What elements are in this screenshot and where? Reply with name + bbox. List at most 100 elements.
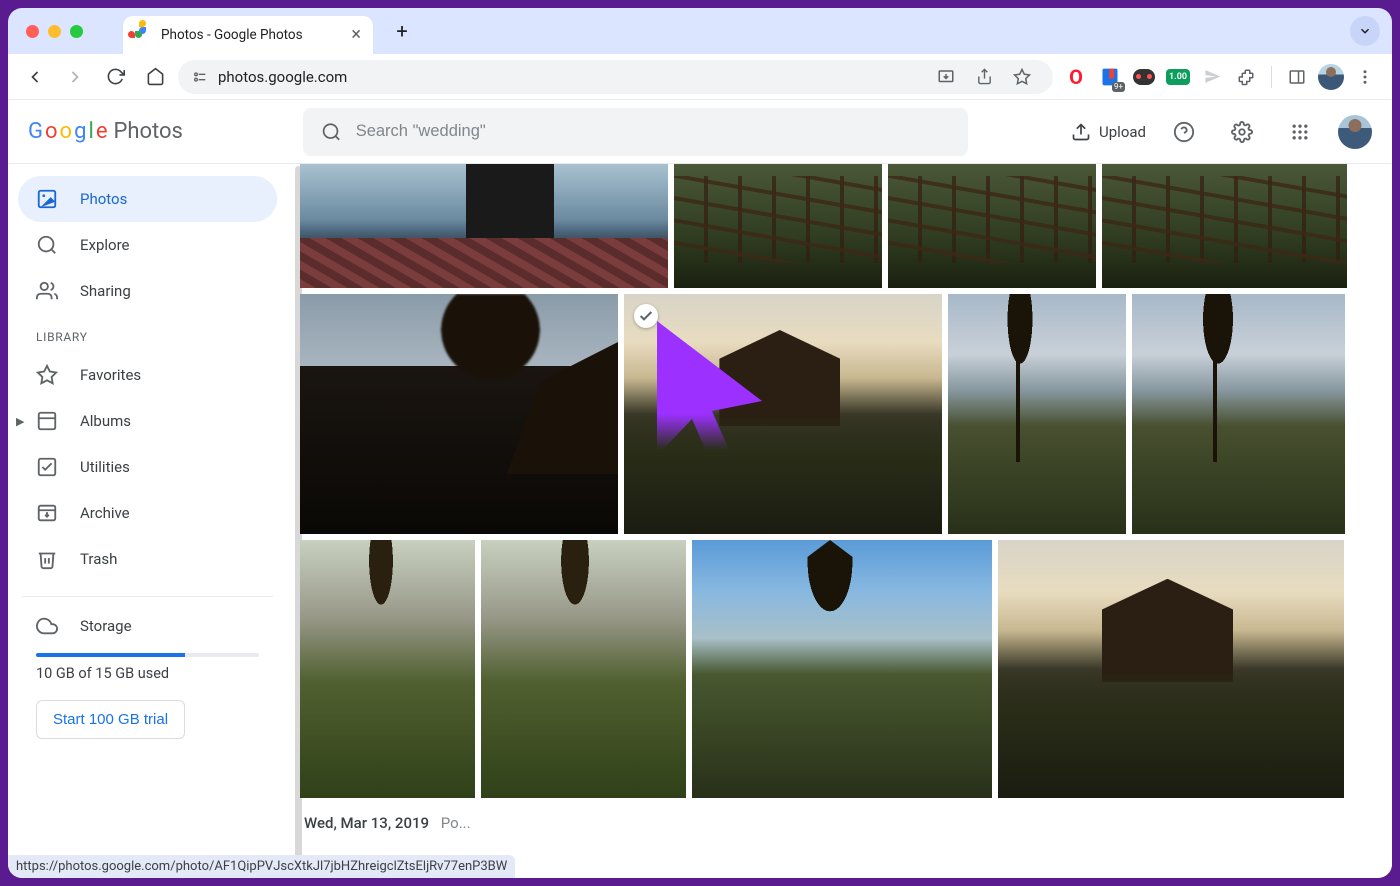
site-info-icon[interactable] — [192, 69, 208, 85]
browser-tab[interactable]: Photos - Google Photos × — [123, 16, 373, 54]
window-maximize-button[interactable] — [70, 25, 83, 38]
photo-thumbnail[interactable] — [948, 294, 1126, 534]
browser-status-bar: https://photos.google.com/photo/AF1QipPV… — [8, 855, 515, 878]
settings-button[interactable] — [1222, 112, 1262, 152]
photo-thumbnail[interactable] — [674, 164, 882, 288]
sidebar-item-trash[interactable]: Trash — [18, 536, 277, 582]
photo-thumbnail[interactable] — [481, 540, 686, 798]
google-apps-button[interactable] — [1280, 112, 1320, 152]
expand-caret-icon[interactable]: ▶ — [16, 415, 24, 428]
profile-avatar-small[interactable] — [1318, 64, 1344, 90]
archive-icon — [36, 502, 58, 524]
help-icon — [1173, 121, 1195, 143]
app-content: Google Photos Upload — [8, 100, 1392, 878]
new-tab-button[interactable]: + — [387, 16, 417, 46]
sidebar-item-utilities[interactable]: Utilities — [18, 444, 277, 490]
storage-usage-text: 10 GB of 15 GB used — [18, 665, 277, 682]
people-icon — [36, 280, 58, 302]
search-input[interactable] — [356, 122, 950, 141]
extension-eyes-icon[interactable] — [1131, 64, 1157, 90]
extensions-area: O 9+ 1.00 — [1059, 64, 1382, 90]
back-button[interactable] — [18, 60, 52, 94]
reload-button[interactable] — [98, 60, 132, 94]
photo-grid: Wed, Mar 13, 2019 Po... — [288, 164, 1392, 878]
sidebar-divider — [22, 596, 273, 597]
gear-icon — [1231, 121, 1253, 143]
browser-menu-icon[interactable] — [1352, 64, 1378, 90]
extension-badge-icon[interactable]: 1.00 — [1165, 64, 1191, 90]
storage-progress-fill — [36, 653, 185, 657]
app-header: Google Photos Upload — [8, 100, 1392, 164]
sidebar-label: Sharing — [80, 282, 131, 300]
location-text: Po... — [441, 814, 471, 832]
sidebar-item-sharing[interactable]: Sharing — [18, 268, 277, 314]
storage-progress-bar — [36, 653, 259, 657]
tab-title: Photos - Google Photos — [161, 27, 303, 43]
install-app-icon[interactable] — [929, 60, 963, 94]
search-icon — [321, 121, 342, 143]
sidebar-section-library: LIBRARY — [18, 314, 277, 352]
star-icon — [36, 364, 58, 386]
photo-thumbnail[interactable] — [300, 294, 618, 534]
cursor-arrow-icon — [652, 316, 772, 506]
toolbar-divider — [1271, 66, 1272, 88]
extension-opera-icon[interactable]: O — [1063, 64, 1089, 90]
tab-close-button[interactable]: × — [351, 26, 361, 44]
storage-label: Storage — [80, 617, 132, 635]
photo-thumbnail[interactable] — [888, 164, 1096, 288]
window-minimize-button[interactable] — [48, 25, 61, 38]
bookmark-star-icon[interactable] — [1005, 60, 1039, 94]
photo-thumbnail-hover[interactable] — [624, 294, 942, 534]
sidebar-label: Photos — [80, 190, 127, 208]
photo-thumbnail[interactable] — [1102, 164, 1347, 288]
tab-bar: Photos - Google Photos × + — [8, 8, 1392, 54]
share-icon[interactable] — [967, 60, 1001, 94]
photo-select-checkbox[interactable] — [634, 304, 658, 328]
search-icon — [36, 234, 58, 256]
browser-toolbar: photos.google.com O 9+ — [8, 54, 1392, 100]
photo-thumbnail[interactable] — [998, 540, 1344, 798]
photos-icon — [36, 188, 58, 210]
window-controls — [20, 25, 83, 38]
sidebar-item-favorites[interactable]: Favorites — [18, 352, 277, 398]
photo-thumbnail[interactable] — [300, 540, 475, 798]
address-bar[interactable]: photos.google.com — [178, 60, 1053, 94]
date-text: Wed, Mar 13, 2019 — [304, 814, 429, 832]
sidebar-item-photos[interactable]: Photos — [18, 176, 277, 222]
google-photos-logo[interactable]: Google Photos — [28, 119, 183, 144]
trash-icon — [36, 548, 58, 570]
sidebar-label: Explore — [80, 236, 130, 254]
side-panel-icon[interactable] — [1284, 64, 1310, 90]
forward-button[interactable] — [58, 60, 92, 94]
sidebar-item-albums[interactable]: ▶ Albums — [18, 398, 277, 444]
apps-grid-icon — [1290, 122, 1310, 142]
sidebar-item-explore[interactable]: Explore — [18, 222, 277, 268]
sidebar-label: Trash — [80, 550, 117, 568]
photo-thumbnail[interactable] — [692, 540, 992, 798]
tab-list-dropdown[interactable] — [1350, 16, 1380, 46]
upload-icon — [1071, 122, 1091, 142]
sidebar-item-archive[interactable]: Archive — [18, 490, 277, 536]
sidebar-item-storage[interactable]: Storage — [18, 611, 277, 641]
account-avatar[interactable] — [1338, 115, 1372, 149]
photo-thumbnail[interactable] — [1132, 294, 1345, 534]
album-icon — [36, 410, 58, 432]
sidebar-label: Utilities — [80, 458, 130, 476]
sidebar-label: Favorites — [80, 366, 141, 384]
cloud-icon — [36, 615, 58, 637]
search-bar[interactable] — [303, 108, 968, 156]
home-button[interactable] — [138, 60, 172, 94]
extension-send-icon[interactable] — [1199, 64, 1225, 90]
extensions-puzzle-icon[interactable] — [1233, 64, 1259, 90]
window-close-button[interactable] — [26, 25, 39, 38]
sidebar: Photos Explore Sharing LIBRARY Favorites… — [8, 164, 288, 878]
header-actions: Upload — [1071, 112, 1372, 152]
upload-button[interactable]: Upload — [1071, 122, 1146, 142]
upload-label: Upload — [1099, 123, 1146, 141]
extension-bookmark-icon[interactable]: 9+ — [1097, 64, 1123, 90]
logo-product-text: Photos — [113, 119, 182, 144]
photo-thumbnail[interactable] — [300, 164, 668, 288]
browser-window: Photos - Google Photos × + photos.google… — [8, 8, 1392, 878]
help-button[interactable] — [1164, 112, 1204, 152]
storage-trial-button[interactable]: Start 100 GB trial — [36, 700, 185, 739]
